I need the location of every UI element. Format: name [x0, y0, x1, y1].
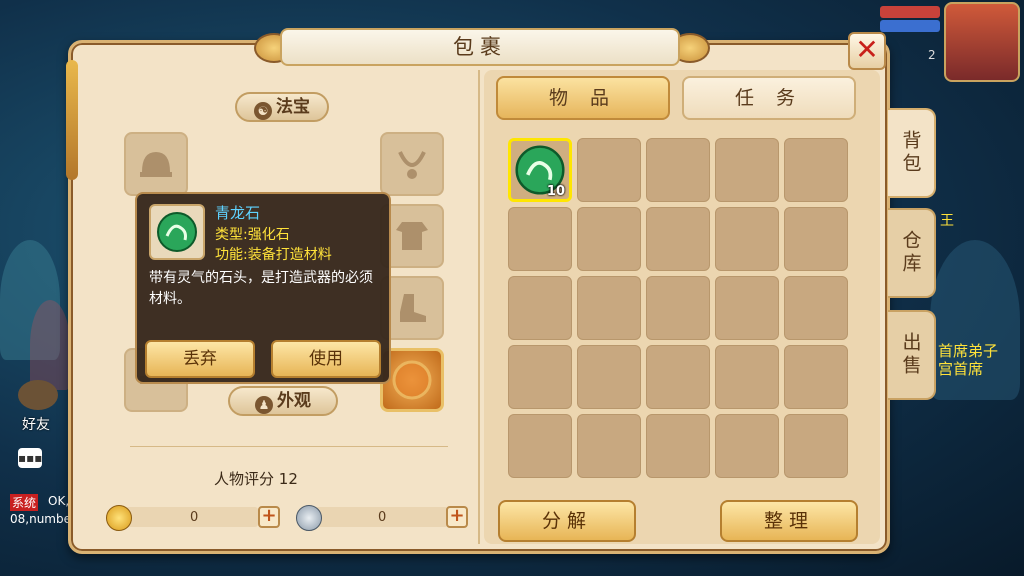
- jade-dragon-stone-icon: [157, 212, 197, 252]
- coral-decoration: [30, 300, 70, 390]
- plus-icon: +: [449, 505, 465, 526]
- discard-button[interactable]: 丢弃: [145, 340, 255, 378]
- tooltip-item-function: 功能:装备打造材料: [215, 247, 332, 263]
- inventory-slot[interactable]: [508, 345, 572, 409]
- inventory-slot[interactable]: [715, 276, 779, 340]
- inventory-slot[interactable]: [715, 414, 779, 478]
- tooltip-description: 带有灵气的石头，是打造武器的必须材料。: [149, 270, 373, 307]
- item-count: 10: [546, 184, 565, 199]
- appearance-label[interactable]: ♟ 外观: [228, 386, 338, 416]
- player-level: 2: [928, 48, 936, 62]
- inventory-slot[interactable]: 10: [508, 138, 572, 202]
- character-rating: 人物评分 12: [214, 470, 298, 488]
- inventory-slot[interactable]: [646, 414, 710, 478]
- divider-line: [130, 446, 448, 447]
- robe-icon: ♟: [255, 396, 273, 414]
- silver-amount: 0: [378, 510, 387, 525]
- yinyang-icon: ☯: [254, 102, 272, 120]
- use-button[interactable]: 使用: [271, 340, 381, 378]
- plus-icon: +: [261, 505, 277, 526]
- tooltip-item-icon: [149, 204, 205, 260]
- inventory-slot[interactable]: [646, 276, 710, 340]
- sort-button[interactable]: 整理: [720, 500, 858, 542]
- npc-name: 宫首席: [938, 360, 984, 378]
- close-x-icon: ✕: [855, 33, 879, 66]
- inventory-slot[interactable]: [646, 345, 710, 409]
- gold-amount: 0: [190, 510, 199, 525]
- chat-message: 08,number: [10, 512, 76, 526]
- inventory-slot[interactable]: [784, 276, 848, 340]
- chat-message: OK,: [48, 494, 70, 508]
- equip-slot-helmet[interactable]: [124, 132, 188, 196]
- side-tab-backpack[interactable]: 背包: [888, 108, 936, 198]
- inventory-slot[interactable]: [784, 138, 848, 202]
- tab-items[interactable]: 物 品: [496, 76, 670, 120]
- equip-slot-necklace[interactable]: [380, 132, 444, 196]
- tooltip-item-name: 青龙石: [215, 204, 261, 222]
- inventory-slot[interactable]: [784, 414, 848, 478]
- player-avatar[interactable]: [944, 2, 1020, 82]
- inventory-slot[interactable]: [646, 207, 710, 271]
- inventory-slot[interactable]: [715, 345, 779, 409]
- inventory-slot[interactable]: [646, 138, 710, 202]
- necklace-icon: [398, 151, 426, 179]
- panel-divider: [478, 70, 480, 544]
- inventory-slot[interactable]: [577, 414, 641, 478]
- inventory-grid: 10: [508, 138, 852, 484]
- inventory-slot[interactable]: [715, 207, 779, 271]
- inventory-slot[interactable]: [508, 414, 572, 478]
- fabao-label[interactable]: ☯ 法宝: [235, 92, 329, 122]
- item-tooltip: 青龙石 类型:强化石 功能:装备打造材料 带有灵气的石头，是打造武器的必须材料。…: [135, 192, 391, 384]
- friend-avatar[interactable]: [18, 380, 58, 410]
- gold-coin-icon: [106, 505, 132, 531]
- decompose-button[interactable]: 分解: [498, 500, 636, 542]
- inventory-slot[interactable]: [508, 207, 572, 271]
- chat-icon[interactable]: ▪▪▪: [18, 448, 42, 468]
- window-title: 包裹: [280, 28, 680, 66]
- inventory-slot[interactable]: [577, 207, 641, 271]
- fabao-orb-icon: [392, 360, 432, 400]
- hp-bar: [880, 6, 940, 18]
- inventory-slot[interactable]: [577, 138, 641, 202]
- side-tab-sell[interactable]: 出售: [888, 310, 936, 400]
- tassel-decoration: [66, 60, 78, 180]
- armor-icon: [396, 222, 428, 250]
- gold-bar: [118, 507, 258, 527]
- mp-bar: [880, 20, 940, 32]
- inventory-slot[interactable]: [577, 345, 641, 409]
- npc-label: 王: [940, 213, 954, 229]
- side-tab-warehouse[interactable]: 仓库: [888, 208, 936, 298]
- chat-system-tag: 系统: [10, 494, 39, 511]
- add-silver-button[interactable]: +: [446, 506, 468, 528]
- tab-quests[interactable]: 任 务: [682, 76, 856, 120]
- friends-button[interactable]: 好友: [22, 414, 50, 434]
- shoe-icon: [400, 294, 426, 322]
- tooltip-item-type: 类型:强化石: [215, 227, 290, 243]
- inventory-slot[interactable]: [784, 345, 848, 409]
- silver-coin-icon: [296, 505, 322, 531]
- close-button[interactable]: ✕: [848, 32, 886, 70]
- helmet-icon: [140, 152, 172, 177]
- inventory-slot[interactable]: [784, 207, 848, 271]
- inventory-slot[interactable]: [577, 276, 641, 340]
- inventory-slot[interactable]: [715, 138, 779, 202]
- inventory-slot[interactable]: [508, 276, 572, 340]
- add-gold-button[interactable]: +: [258, 506, 280, 528]
